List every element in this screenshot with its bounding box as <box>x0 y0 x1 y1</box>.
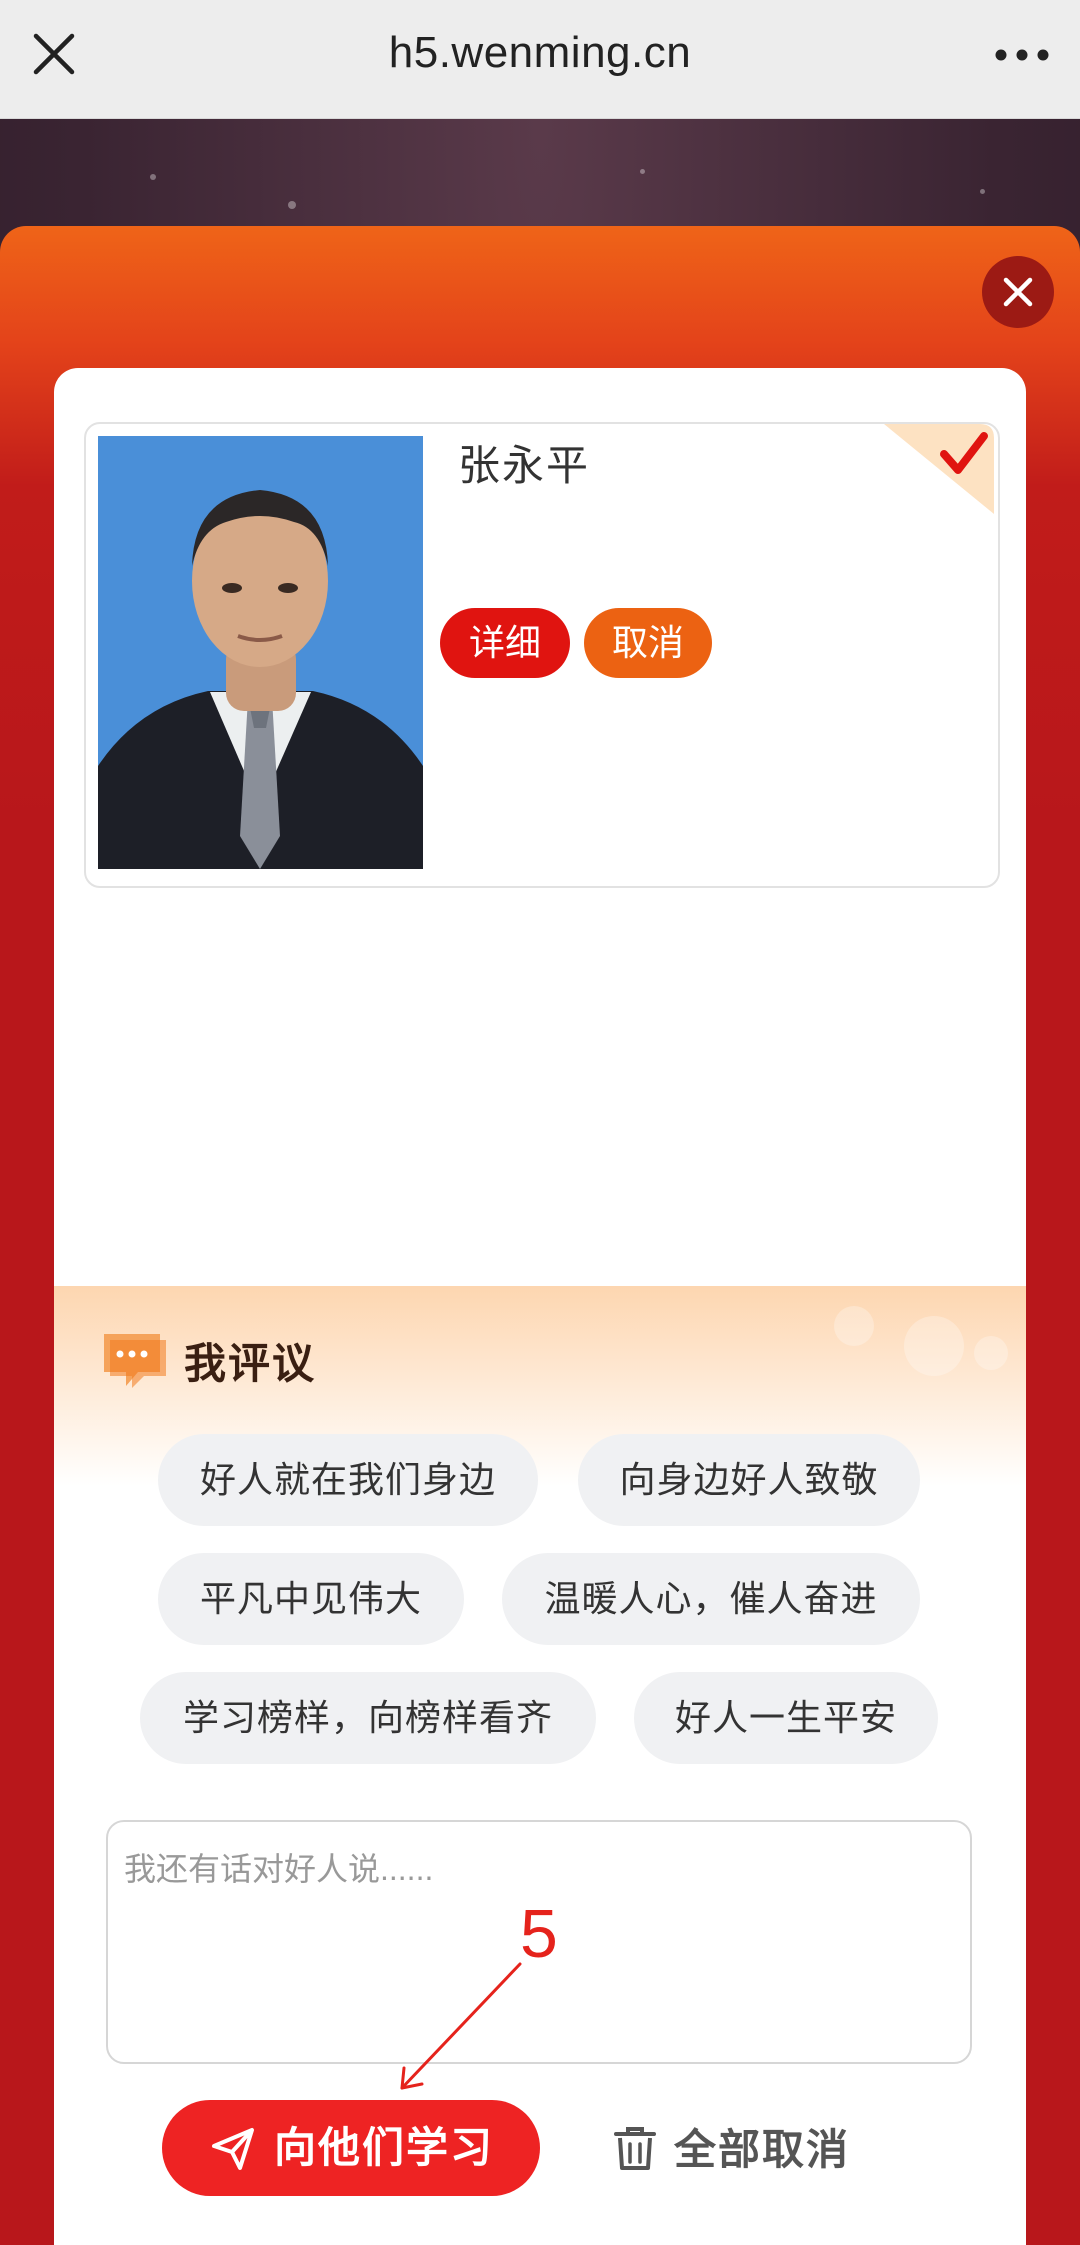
comment-chip[interactable]: 向身边好人致敬 <box>578 1434 920 1526</box>
sparkle <box>980 189 985 194</box>
send-icon <box>212 2128 254 2170</box>
trash-icon <box>614 2127 656 2170</box>
more-options-icon[interactable] <box>994 48 1050 62</box>
cancel-selection-button[interactable]: 取消 <box>584 608 712 678</box>
decor-bubble <box>834 1306 874 1346</box>
detail-button[interactable]: 详细 <box>440 608 570 678</box>
step-number-annotation: 5 <box>520 1896 558 1972</box>
comment-chip[interactable]: 学习榜样，向榜样看齐 <box>140 1672 596 1764</box>
person-photo <box>98 436 423 869</box>
comment-title: 我评议 <box>184 1339 317 1388</box>
comment-chip[interactable]: 平凡中见伟大 <box>158 1553 464 1645</box>
comment-chip[interactable]: 好人就在我们身边 <box>158 1434 538 1526</box>
annotation-arrow-icon <box>400 1962 522 2090</box>
decor-bubble <box>904 1316 964 1376</box>
comment-chip[interactable]: 好人一生平安 <box>634 1672 938 1764</box>
sparkle <box>150 174 156 180</box>
sparkle <box>640 169 645 174</box>
portrait-illustration <box>98 436 423 869</box>
selected-corner-badge <box>884 424 994 514</box>
close-icon <box>1003 277 1033 307</box>
comment-chip[interactable]: 温暖人心，催人奋进 <box>502 1553 920 1645</box>
sparkle <box>288 201 296 209</box>
comment-icon <box>104 1334 166 1388</box>
modal-close-button[interactable] <box>982 256 1054 328</box>
person-name: 张永平 <box>458 442 591 489</box>
page-url: h5.wenming.cn <box>388 28 692 77</box>
browser-top-bar: h5.wenming.cn <box>0 0 1080 119</box>
decor-bubble <box>974 1336 1008 1370</box>
